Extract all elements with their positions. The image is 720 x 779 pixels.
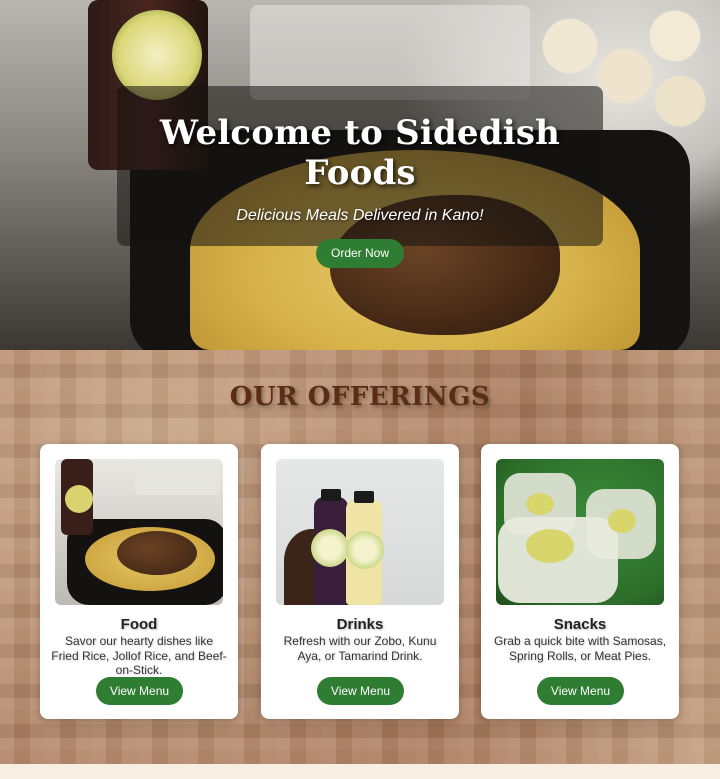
hero-title: Welcome to Sidedish Foods <box>159 113 561 193</box>
card-description: Savor our hearty dishes like Fried Rice,… <box>51 634 227 677</box>
card-title: Drinks <box>336 616 384 633</box>
offerings-section: OUR OFFERINGS Food Savor our hearty dish… <box>0 350 720 764</box>
card-title: Snacks <box>553 616 607 633</box>
offerings-heading: OUR OFFERINGS <box>229 382 491 412</box>
offering-card-drinks: Drinks Refresh with our Zobo, Kunu Aya, … <box>261 444 459 719</box>
hero-subtitle: Delicious Meals Delivered in Kano! <box>236 207 484 224</box>
offering-card-food: Food Savor our hearty dishes like Fried … <box>40 444 238 719</box>
footer-strip <box>0 764 720 779</box>
view-menu-button-drinks[interactable]: View Menu <box>317 677 404 705</box>
card-title: Food <box>120 616 158 633</box>
hero-overlay-panel: Welcome to Sidedish Foods Delicious Meal… <box>117 86 603 268</box>
view-menu-button-snacks[interactable]: View Menu <box>537 677 624 705</box>
order-now-button[interactable]: Order Now <box>315 239 404 268</box>
card-description: Refresh with our Zobo, Kunu Aya, or Tama… <box>283 634 437 663</box>
hero-section: Welcome to Sidedish Foods Delicious Meal… <box>0 0 720 350</box>
view-menu-button-food[interactable]: View Menu <box>96 677 183 705</box>
snack-containers-image <box>496 459 664 605</box>
offering-card-snacks: Snacks Grab a quick bite with Samosas, S… <box>481 444 679 719</box>
food-tray-image <box>55 459 223 605</box>
drink-bottles-image <box>276 459 444 605</box>
card-description: Grab a quick bite with Samosas, Spring R… <box>493 634 667 663</box>
